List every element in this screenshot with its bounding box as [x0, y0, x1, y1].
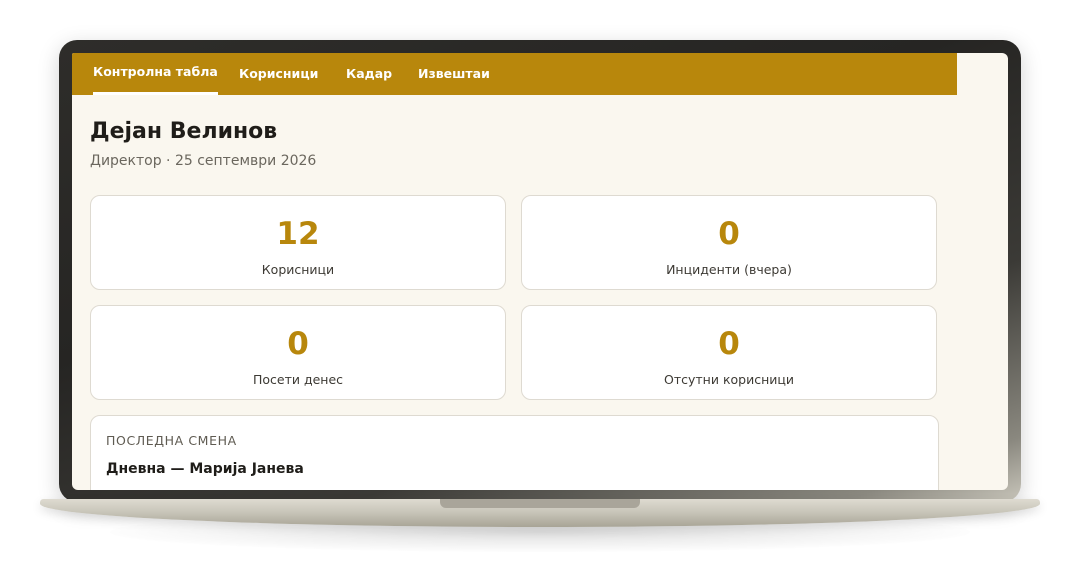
stat-card-incidents[interactable]: 0 Инциденти (вчера): [521, 195, 937, 290]
last-shift-card: ПОСЛЕДНА СМЕНА Дневна — Марија Јанева: [90, 415, 939, 490]
tab-staff[interactable]: Кадар: [346, 53, 392, 95]
tab-dashboard[interactable]: Контролна табла: [93, 53, 218, 95]
page-subtitle: Директор · 25 септември 2026: [90, 153, 317, 169]
stat-card-users[interactable]: 12 Корисници: [90, 195, 506, 290]
stat-value: 0: [718, 326, 740, 362]
stat-label: Отсутни корисници: [664, 372, 794, 387]
last-shift-heading: ПОСЛЕДНА СМЕНА: [106, 433, 237, 448]
tab-reports-label: Извештаи: [418, 66, 490, 81]
tab-dashboard-label: Контролна табла: [93, 64, 218, 79]
stat-card-visits[interactable]: 0 Посети денес: [90, 305, 506, 400]
page-title: Дејан Велинов: [90, 119, 278, 144]
app-screen: Контролна табла Корисници Кадар Извештаи…: [72, 53, 1008, 490]
stat-card-absent[interactable]: 0 Отсутни корисници: [521, 305, 937, 400]
stat-value: 12: [276, 216, 320, 252]
stat-label: Инциденти (вчера): [666, 262, 792, 277]
tab-users-label: Корисници: [239, 66, 319, 81]
last-shift-value: Дневна — Марија Јанева: [106, 461, 304, 477]
tab-reports[interactable]: Извештаи: [418, 53, 490, 95]
device-mockup: Контролна табла Корисници Кадар Извештаи…: [0, 0, 1080, 580]
stat-label: Посети денес: [252, 372, 344, 387]
tab-users[interactable]: Корисници: [239, 53, 318, 95]
stat-label: Корисници: [261, 262, 335, 277]
stat-value: 0: [718, 216, 740, 252]
active-tab-indicator: [93, 92, 218, 95]
stat-value: 0: [287, 326, 309, 362]
laptop-notch: [440, 499, 640, 508]
tab-staff-label: Кадар: [346, 66, 393, 81]
top-navbar: Контролна табла Корисници Кадар Извештаи: [72, 53, 957, 95]
